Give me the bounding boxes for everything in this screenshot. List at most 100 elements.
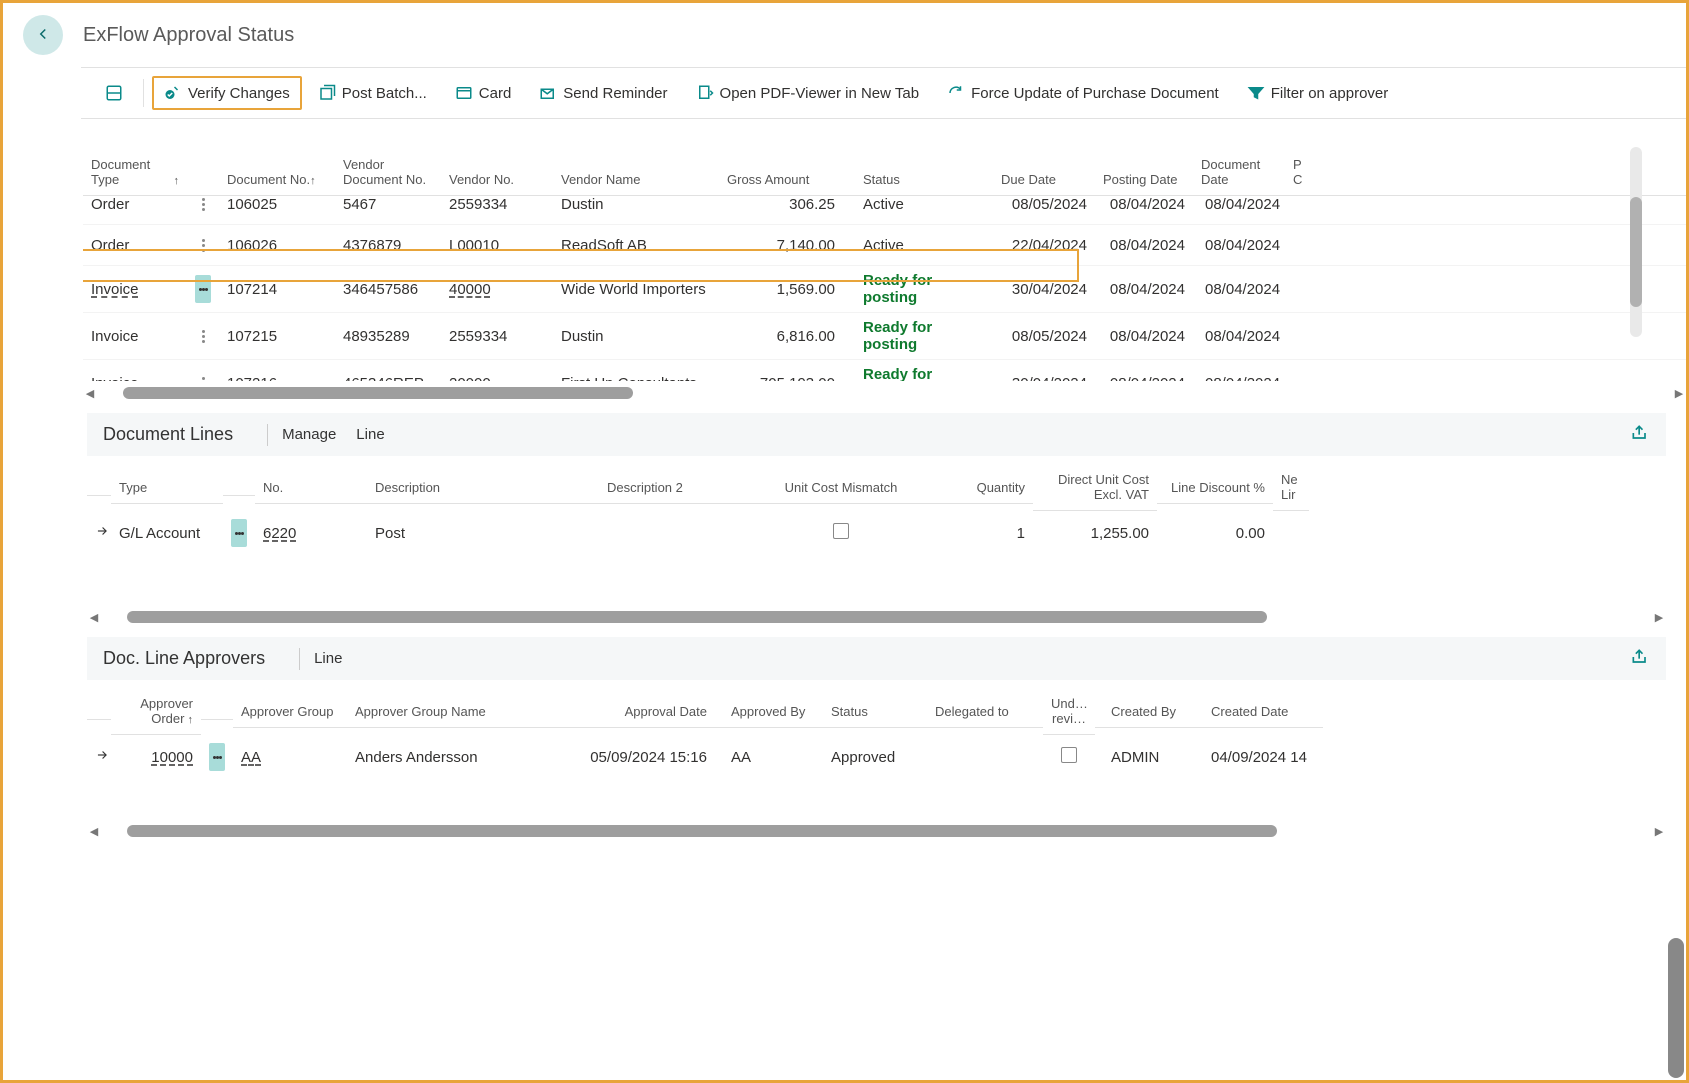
grid-v-scrollbar[interactable] [1630,147,1642,337]
scroll-left-icon[interactable]: ◀ [87,610,101,624]
row-actions-button[interactable] [209,743,225,771]
filter-approver-button[interactable]: Filter on approver [1235,76,1401,110]
page-title: ExFlow Approval Status [83,24,294,47]
force-update-button[interactable]: Force Update of Purchase Document [935,76,1231,110]
table-row[interactable]: Invoice107216465346REP20000First Up Cons… [83,360,1686,381]
dl-col-net[interactable]: Ne Lir [1273,456,1309,511]
cell-doc-type[interactable]: Invoice [83,322,187,351]
cell-vendor-no[interactable]: L00010 [441,231,553,260]
dl-col-type[interactable]: Type [111,464,223,504]
cell-doc-no[interactable]: 106026 [219,231,335,260]
scroll-left-icon[interactable]: ◀ [83,386,97,400]
dl-col-desc[interactable]: Description [367,464,599,504]
dl-col-direct[interactable]: Direct Unit Cost Excl. VAT [1033,456,1157,511]
dl-h-scrollbar[interactable]: ◀ ▶ [87,609,1666,625]
card-button[interactable]: Card [443,76,524,110]
ap-col-order[interactable]: Approver Order [111,680,201,735]
page-v-scrollbar[interactable] [1668,938,1684,1078]
layout-button[interactable] [93,76,135,110]
ap-col-deleg[interactable]: Delegated to [927,688,1043,728]
scroll-left-icon[interactable]: ◀ [87,824,101,838]
cell-doc-no[interactable]: 107214 [219,275,335,304]
force-update-icon [947,84,965,102]
ap-col-group[interactable]: Approver Group [233,688,347,728]
col-vendor-doc-no[interactable]: Vendor Document No. [335,147,441,195]
dl-cell-no[interactable]: 6220 [255,517,367,550]
cell-doc-type[interactable]: Invoice [83,369,187,382]
row-indicator-icon [87,740,111,774]
row-actions-button[interactable] [195,322,211,350]
scroll-right-icon[interactable]: ▶ [1672,386,1686,400]
dl-col-disc[interactable]: Line Discount % [1157,464,1273,504]
toolbar: Verify Changes Post Batch... Card Send R… [81,67,1686,119]
ap-col-gname[interactable]: Approver Group Name [347,688,579,728]
cell-vendor-no[interactable]: 20000 [441,369,553,382]
cell-vendor-no[interactable]: 2559334 [441,322,553,351]
cell-doc-type[interactable]: Invoice [83,275,187,304]
cell-doc-no[interactable]: 107215 [219,322,335,351]
doc-lines-manage[interactable]: Manage [282,426,336,443]
col-doc-no[interactable]: Document No. [219,147,335,195]
cell-doc-no[interactable]: 106025 [219,196,335,219]
cell-doc-no[interactable]: 107216 [219,369,335,382]
cell-doc-type[interactable]: Order [83,196,187,219]
ap-h-scrollbar[interactable]: ◀ ▶ [87,823,1666,839]
approvers-header: Doc. Line Approvers Line [87,637,1666,680]
ap-cell-und[interactable] [1043,739,1095,775]
back-button[interactable] [23,15,63,55]
approvers-share-button[interactable] [1630,647,1650,670]
grid-h-scrollbar[interactable]: ◀ ▶ [83,385,1686,401]
table-row[interactable]: Invoice10721434645758640000Wide World Im… [83,266,1686,313]
doc-line-row[interactable]: G/L Account6220Post11,255.000.00 [87,511,1666,555]
dl-col-no[interactable]: No. [255,464,367,504]
col-vendor-no[interactable]: Vendor No. [441,147,553,195]
row-actions-button[interactable] [195,275,211,303]
col-gross[interactable]: Gross Amount [719,147,843,195]
ap-col-adate[interactable]: Approval Date [579,688,715,728]
ap-col-cdate[interactable]: Created Date [1203,688,1323,728]
col-extra[interactable]: P C [1285,147,1315,195]
row-actions-button[interactable] [195,369,211,381]
row-actions-button[interactable] [195,231,211,259]
post-batch-button[interactable]: Post Batch... [306,76,439,110]
col-doc-date[interactable]: Document Date [1193,147,1285,195]
approver-row[interactable]: 10000AAAnders Andersson05/09/2024 15:16A… [87,735,1666,779]
dl-col-qty[interactable]: Quantity [917,464,1033,504]
dl-col-desc2[interactable]: Description 2 [599,464,765,504]
ap-col-status[interactable]: Status [823,688,927,728]
doc-lines-share-button[interactable] [1630,423,1650,446]
cell-doc-type[interactable]: Order [83,231,187,260]
ap-col-und[interactable]: Und… revi… [1043,680,1095,735]
cell-vendor-no[interactable]: 40000 [441,275,553,304]
grid-body[interactable]: Order10602554672559334Dustin306.25Active… [83,196,1686,381]
col-vendor-name[interactable]: Vendor Name [553,147,719,195]
dl-cell-mismatch[interactable] [765,515,917,551]
table-row[interactable]: Order1060264376879L00010ReadSoft AB7,140… [83,225,1686,266]
col-due[interactable]: Due Date [993,147,1095,195]
dl-col-mismatch[interactable]: Unit Cost Mismatch [765,464,917,504]
dl-cell-type[interactable]: G/L Account [111,517,223,550]
col-status[interactable]: Status [843,147,993,195]
col-posting[interactable]: Posting Date [1095,147,1193,195]
ap-cell-order[interactable]: 10000 [111,741,201,774]
verify-changes-button[interactable]: Verify Changes [152,76,302,110]
cell-vendor-doc-no: 346457586 [335,275,441,304]
send-reminder-button[interactable]: Send Reminder [527,76,679,110]
row-actions-button[interactable] [195,196,211,218]
ap-col-by[interactable]: Approved By [715,688,823,728]
share-icon [1630,654,1650,670]
open-pdf-button[interactable]: Open PDF-Viewer in New Tab [684,76,932,110]
scroll-right-icon[interactable]: ▶ [1652,824,1666,838]
scroll-right-icon[interactable]: ▶ [1652,610,1666,624]
cell-vendor-no[interactable]: 2559334 [441,196,553,219]
ap-cell-group[interactable]: AA [233,741,347,774]
ap-col-cby[interactable]: Created By [1095,688,1203,728]
approvers-line[interactable]: Line [314,650,342,667]
cell-posting: 08/04/2024 [1095,196,1193,219]
table-row[interactable]: Invoice107215489352892559334Dustin6,816.… [83,313,1686,360]
col-doc-type[interactable]: Document Type [83,147,187,195]
row-actions-button[interactable] [231,519,247,547]
doc-lines-line[interactable]: Line [356,426,384,443]
post-batch-icon [318,84,336,102]
table-row[interactable]: Order10602554672559334Dustin306.25Active… [83,196,1686,225]
